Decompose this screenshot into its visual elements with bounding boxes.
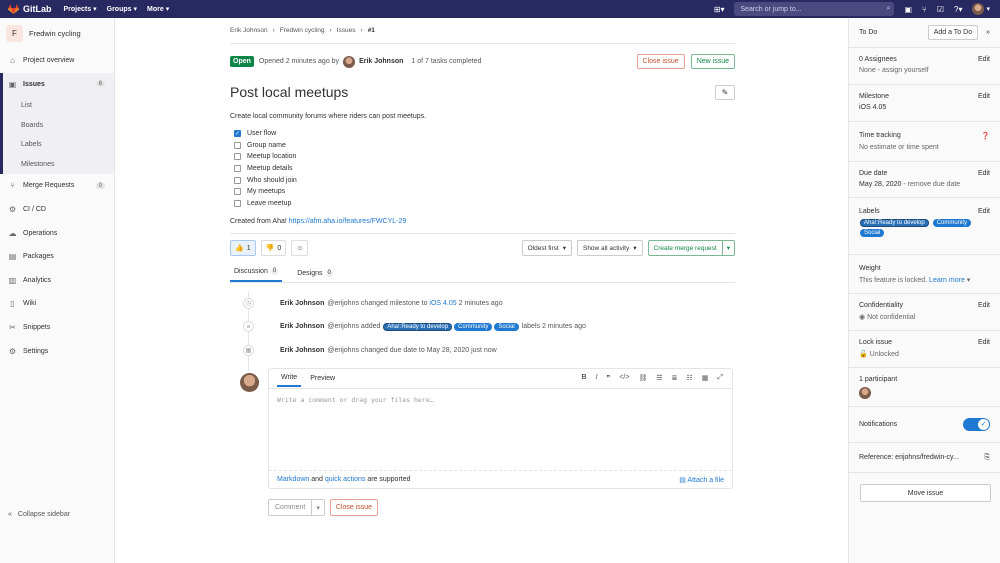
italic-icon[interactable]: I bbox=[596, 374, 598, 382]
tab-preview[interactable]: Preview bbox=[310, 375, 335, 382]
copy-icon[interactable]: ⎘ bbox=[984, 454, 990, 462]
merge-request-icon[interactable]: ⑂ bbox=[922, 5, 927, 14]
edit-assignees-button[interactable]: Edit bbox=[978, 56, 990, 63]
sidebar-item-project-overview[interactable]: ⌂ Project overview bbox=[0, 49, 114, 73]
sidebar-item-analytics[interactable]: ▥ Analytics bbox=[0, 269, 114, 293]
participant-avatar[interactable] bbox=[859, 387, 871, 399]
sidebar-item-merge-requests[interactable]: ⑂ Merge Requests 0 bbox=[0, 174, 114, 198]
edit-confidentiality-button[interactable]: Edit bbox=[978, 302, 990, 309]
markdown-link[interactable]: Markdown bbox=[277, 476, 309, 483]
move-issue-button[interactable]: Move issue bbox=[860, 484, 991, 502]
user-menu[interactable]: ▾ bbox=[972, 3, 990, 15]
help-icon[interactable]: ?▾ bbox=[954, 5, 962, 14]
avatar bbox=[972, 3, 985, 15]
cloud-icon: ☁ bbox=[8, 228, 17, 238]
file-icon: ▤ bbox=[679, 476, 686, 484]
gear-icon: ⚙ bbox=[8, 346, 17, 356]
project-name: Fredwin cycling bbox=[29, 29, 81, 38]
project-header[interactable]: F Fredwin cycling bbox=[0, 18, 114, 49]
bullet-list-icon[interactable]: ☰ bbox=[656, 374, 662, 382]
issues-icon: ▣ bbox=[8, 79, 17, 89]
issues-submenu: List Boards Labels Milestones bbox=[0, 96, 114, 175]
sidebar-item-packages[interactable]: ▤ Packages bbox=[0, 245, 114, 269]
comment-area: Write Preview B I ❞ </> ⛓ ☰ ≣ ☷ ▦ ⤢ Write a commen… bbox=[230, 18, 735, 563]
new-item-icon[interactable]: ⊞▾ bbox=[714, 5, 725, 14]
reference-text: Reference: erijohns/fredwin-cy... bbox=[859, 453, 959, 461]
search-icon: ⌕ bbox=[886, 5, 891, 12]
quote-icon[interactable]: ❞ bbox=[607, 374, 611, 382]
milestone-value: iOS 4.05 bbox=[859, 104, 887, 111]
quick-actions-link[interactable]: quick actions bbox=[325, 476, 365, 483]
sidebar-item-list[interactable]: List bbox=[3, 96, 114, 116]
remove-due-date-link[interactable]: - remove due date bbox=[903, 181, 960, 188]
close-issue-bottom-button[interactable]: Close issue bbox=[329, 499, 379, 516]
learn-more-link[interactable]: Learn more bbox=[929, 277, 965, 284]
lock-icon: 🔓 bbox=[859, 351, 868, 358]
help-icon[interactable]: ❓ bbox=[981, 132, 990, 140]
right-sidebar: To Do Add a To Do» 0 Assignees Edit None - … bbox=[848, 18, 1000, 563]
edit-lock-button[interactable]: Edit bbox=[978, 339, 990, 346]
notifications-toggle[interactable] bbox=[963, 418, 990, 431]
code-icon[interactable]: </> bbox=[619, 374, 629, 382]
attach-file-button[interactable]: ▤ Attach a file bbox=[679, 476, 724, 484]
sidebar-item-boards[interactable]: Boards bbox=[3, 116, 114, 136]
bold-icon[interactable]: B bbox=[582, 374, 587, 382]
eye-icon: ◉ bbox=[859, 314, 866, 321]
issues-count: 8 bbox=[95, 81, 105, 88]
project-avatar: F bbox=[6, 25, 23, 42]
home-icon: ⌂ bbox=[10, 56, 15, 66]
todo-icon[interactable]: ☑ bbox=[937, 5, 944, 14]
edit-milestone-button[interactable]: Edit bbox=[978, 93, 990, 100]
assign-yourself-link[interactable]: None - assign yourself bbox=[859, 67, 990, 74]
issues-icon[interactable]: ▣ bbox=[904, 5, 912, 14]
fullscreen-icon[interactable]: ⤢ bbox=[717, 374, 723, 382]
comment-input[interactable]: Write a comment or drag your files here… bbox=[269, 389, 732, 411]
scissors-icon: ✂ bbox=[9, 323, 16, 333]
sidebar-item-snippets[interactable]: ✂ Snippets bbox=[0, 316, 114, 340]
add-todo-button[interactable]: Add a To Do bbox=[927, 25, 979, 40]
label-badge[interactable]: Social bbox=[860, 229, 885, 237]
left-sidebar: F Fredwin cycling ⌂ Project overview ▣ Iss… bbox=[0, 18, 115, 563]
table-icon[interactable]: ▦ bbox=[702, 374, 709, 382]
tab-write[interactable]: Write bbox=[277, 370, 302, 387]
todo-label: To Do bbox=[859, 29, 878, 36]
edit-due-date-button[interactable]: Edit bbox=[978, 170, 990, 177]
task-list-icon[interactable]: ☷ bbox=[686, 374, 692, 382]
search-input[interactable]: Search or jump to... ⌕ bbox=[734, 2, 895, 16]
collapse-sidebar-button[interactable]: «Collapse sidebar bbox=[8, 511, 70, 518]
editor-toolbar: B I ❞ </> ⛓ ☰ ≣ ☷ ▦ ⤢ bbox=[582, 374, 723, 382]
chevron-down-icon: ▾ bbox=[311, 500, 324, 515]
rocket-icon: ⚙ bbox=[8, 205, 17, 215]
nav-groups[interactable]: Groups ▾ bbox=[107, 5, 137, 14]
link-icon[interactable]: ⛓ bbox=[638, 374, 647, 382]
nav-more[interactable]: More ▾ bbox=[147, 5, 169, 14]
sidebar-item-ci-cd[interactable]: ⚙ CI / CD bbox=[0, 198, 114, 222]
due-date-value: May 28, 2020 bbox=[859, 181, 902, 188]
label-badge[interactable]: Community bbox=[932, 219, 972, 227]
double-chevron-right-icon[interactable]: » bbox=[986, 29, 990, 36]
sidebar-item-wiki[interactable]: ▯ Wiki bbox=[0, 292, 114, 316]
label-badge[interactable]: Aha!:Ready to develop bbox=[860, 219, 929, 227]
edit-labels-button[interactable]: Edit bbox=[978, 208, 990, 215]
fox-icon bbox=[8, 4, 19, 14]
chart-icon: ▥ bbox=[8, 275, 17, 285]
sidebar-item-operations[interactable]: ☁ Operations bbox=[0, 221, 114, 245]
double-chevron-left-icon: « bbox=[8, 511, 12, 518]
gitlab-logo[interactable]: GitLab bbox=[8, 4, 52, 14]
merge-request-icon: ⑂ bbox=[10, 181, 15, 191]
numbered-list-icon[interactable]: ≣ bbox=[672, 374, 678, 382]
sidebar-item-issues[interactable]: ▣ Issues 8 bbox=[0, 72, 114, 97]
top-navbar: GitLab Projects ▾ Groups ▾ More ▾ ⊞▾ Search… bbox=[0, 0, 1000, 18]
book-icon: ▯ bbox=[10, 299, 15, 309]
brand-name: GitLab bbox=[23, 4, 52, 14]
package-icon: ▤ bbox=[8, 252, 17, 262]
sidebar-item-labels[interactable]: Labels bbox=[3, 135, 114, 155]
sidebar-item-milestones[interactable]: Milestones bbox=[3, 155, 114, 175]
comment-editor: Write Preview B I ❞ </> ⛓ ☰ ≣ ☷ ▦ ⤢ Write a commen… bbox=[268, 368, 733, 489]
avatar bbox=[240, 373, 259, 392]
comment-button[interactable]: Comment ▾ bbox=[268, 499, 325, 516]
sidebar-item-settings[interactable]: ⚙ Settings bbox=[0, 339, 114, 363]
nav-projects[interactable]: Projects ▾ bbox=[64, 5, 97, 14]
